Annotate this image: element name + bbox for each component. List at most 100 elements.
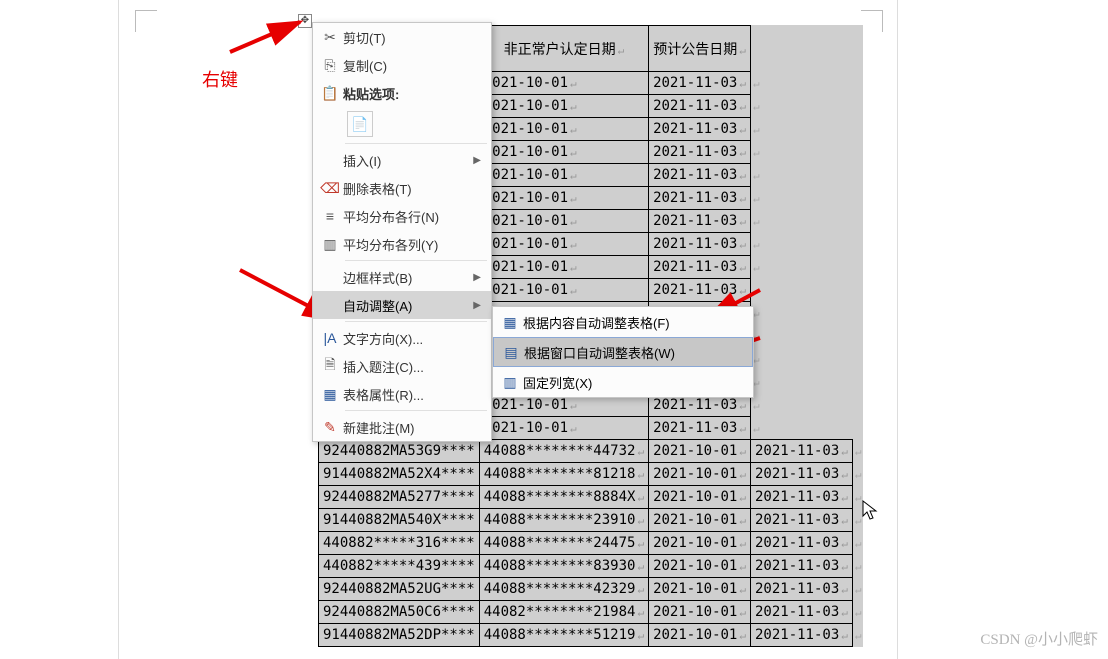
table-cell[interactable]: 2021-10-01↵ xyxy=(479,279,648,302)
table-cell[interactable]: 2021-10-01↵ xyxy=(479,72,648,95)
table-cell[interactable]: 2021-10-01↵ xyxy=(649,555,751,578)
table-row[interactable]: 91440882MA52DP****44088********51219↵202… xyxy=(319,624,863,647)
table-cell[interactable]: 44088********51219↵ xyxy=(479,624,648,647)
ctx-border-style[interactable]: 边框样式(B) ▶ xyxy=(313,263,491,291)
table-row[interactable]: 92440882MA53G9****44088********44732↵202… xyxy=(319,440,863,463)
table-cell[interactable]: 2021-11-03↵ xyxy=(750,555,852,578)
table-row[interactable]: 92440882MA50C6****44082********21984↵202… xyxy=(319,601,863,624)
ctx-insert[interactable]: 插入(I) ▶ xyxy=(313,146,491,174)
table-cell[interactable]: 2021-11-03↵ xyxy=(649,279,751,302)
table-move-handle[interactable]: ✥ xyxy=(298,14,312,28)
table-cell[interactable]: 2021-11-03↵ xyxy=(649,72,751,95)
row-end-mark: ↵ xyxy=(852,578,862,601)
table-cell[interactable]: 92440882MA52UG**** xyxy=(319,578,480,601)
table-cell[interactable]: 2021-10-01↵ xyxy=(479,164,648,187)
table-cell[interactable]: 2021-10-01↵ xyxy=(479,118,648,141)
table-row[interactable]: 91440882MA52X4****44088********81218↵202… xyxy=(319,463,863,486)
table-row[interactable]: 91440882MA540X****44088********23910↵202… xyxy=(319,509,863,532)
table-cell[interactable]: 2021-10-01↵ xyxy=(479,256,648,279)
table-cell[interactable]: 2021-11-03↵ xyxy=(750,601,852,624)
table-cell[interactable]: 2021-10-01↵ xyxy=(479,417,648,440)
row-end-mark: ↵ xyxy=(750,95,852,118)
row-end-mark: ↵ xyxy=(852,463,862,486)
table-cell[interactable]: 92440882MA5277**** xyxy=(319,486,480,509)
table-cell[interactable]: 44088********24475↵ xyxy=(479,532,648,555)
table-cell[interactable]: 2021-10-01↵ xyxy=(649,624,751,647)
paste-keep-source-icon[interactable]: 📄 xyxy=(347,111,373,137)
page-corner-tl xyxy=(135,10,157,32)
table-cell[interactable]: 44088********44732↵ xyxy=(479,440,648,463)
sub-fixedwidth-label: 固定列宽(X) xyxy=(523,373,592,392)
table-cell[interactable]: 2021-10-01↵ xyxy=(649,601,751,624)
table-cell[interactable]: 2021-11-03↵ xyxy=(649,141,751,164)
fit-content-icon: ▦ xyxy=(497,314,523,331)
row-end-mark: ↵ xyxy=(852,440,862,463)
ctx-auto-fit[interactable]: 自动调整(A) ▶ xyxy=(313,291,491,319)
text-direction-icon: |A xyxy=(317,330,343,346)
table-cell[interactable]: 2021-10-01↵ xyxy=(479,233,648,256)
table-cell[interactable]: 44088********23910↵ xyxy=(479,509,648,532)
table-cell[interactable]: 440882*****316**** xyxy=(319,532,480,555)
table-cell[interactable]: 91440882MA540X**** xyxy=(319,509,480,532)
table-cell[interactable]: 2021-10-01↵ xyxy=(479,95,648,118)
table-header-cell: 非正常户认定日期↵ xyxy=(479,26,648,72)
sub-fit-content[interactable]: ▦ 根据内容自动调整表格(F) xyxy=(493,307,753,337)
row-end-mark: ↵ xyxy=(852,601,862,624)
table-cell[interactable]: 2021-10-01↵ xyxy=(649,532,751,555)
table-cell[interactable]: 44088********83930↵ xyxy=(479,555,648,578)
sub-fixed-width[interactable]: ▥ 固定列宽(X) xyxy=(493,367,753,397)
sub-fit-window[interactable]: ▤ 根据窗口自动调整表格(W) xyxy=(493,337,753,367)
table-cell[interactable]: 2021-11-03↵ xyxy=(649,187,751,210)
ctx-new-comment[interactable]: ✎ 新建批注(M) xyxy=(313,413,491,441)
ctx-dist-rows[interactable]: ≡ 平均分布各行(N) xyxy=(313,202,491,230)
table-cell[interactable]: 2021-11-03↵ xyxy=(649,210,751,233)
table-cell[interactable]: 2021-11-03↵ xyxy=(649,256,751,279)
table-cell[interactable]: 2021-10-01↵ xyxy=(649,463,751,486)
ctx-copy[interactable]: ⎘ 复制(C) xyxy=(313,51,491,79)
table-cell[interactable]: 2021-11-03↵ xyxy=(750,578,852,601)
table-row[interactable]: 92440882MA5277****44088********8884X↵202… xyxy=(319,486,863,509)
table-cell[interactable]: 44088********8884X↵ xyxy=(479,486,648,509)
table-row[interactable]: 440882*****316****44088********24475↵202… xyxy=(319,532,863,555)
ctx-caption[interactable]: 🗎 插入题注(C)... xyxy=(313,352,491,380)
table-row[interactable]: 92440882MA52UG****44088********42329↵202… xyxy=(319,578,863,601)
table-cell[interactable]: 2021-11-03↵ xyxy=(649,95,751,118)
table-cell[interactable]: 2021-10-01↵ xyxy=(479,141,648,164)
ctx-dist-cols[interactable]: ▥ 平均分布各列(Y) xyxy=(313,230,491,258)
table-cell[interactable]: 2021-10-01↵ xyxy=(649,486,751,509)
table-cell[interactable]: 2021-11-03↵ xyxy=(649,118,751,141)
table-cell[interactable]: 2021-11-03↵ xyxy=(750,440,852,463)
table-cell[interactable]: 91440882MA52X4**** xyxy=(319,463,480,486)
table-cell[interactable]: 2021-10-01↵ xyxy=(479,210,648,233)
table-cell[interactable]: 2021-10-01↵ xyxy=(479,187,648,210)
table-cell[interactable]: 44088********42329↵ xyxy=(479,578,648,601)
table-cell[interactable]: 2021-11-03↵ xyxy=(750,532,852,555)
caption-icon: 🗎 xyxy=(317,354,343,378)
table-cell[interactable]: 2021-11-03↵ xyxy=(649,417,751,440)
ctx-text-dir[interactable]: |A 文字方向(X)... xyxy=(313,324,491,352)
table-cell[interactable]: 2021-11-03↵ xyxy=(750,463,852,486)
table-cell[interactable]: 2021-10-01↵ xyxy=(649,509,751,532)
table-cell[interactable]: 44082********21984↵ xyxy=(479,601,648,624)
dist-rows-icon: ≡ xyxy=(317,208,343,224)
table-cell[interactable]: 91440882MA52DP**** xyxy=(319,624,480,647)
table-cell[interactable]: 2021-11-03↵ xyxy=(649,164,751,187)
table-cell[interactable]: 92440882MA53G9**** xyxy=(319,440,480,463)
table-cell[interactable]: 2021-10-01↵ xyxy=(649,440,751,463)
ctx-cut[interactable]: ✂ 剪切(T) xyxy=(313,23,491,51)
table-cell[interactable]: 2021-11-03↵ xyxy=(750,624,852,647)
row-end-mark: ↵ xyxy=(750,141,852,164)
table-cell[interactable]: 2021-11-03↵ xyxy=(750,509,852,532)
table-cell[interactable]: 440882*****439**** xyxy=(319,555,480,578)
table-cell[interactable]: 2021-11-03↵ xyxy=(750,486,852,509)
ctx-copy-label: 复制(C) xyxy=(343,56,485,75)
table-cell[interactable]: 2021-10-01↵ xyxy=(649,578,751,601)
ctx-delete-table[interactable]: ⌫ 删除表格(T) xyxy=(313,174,491,202)
ctx-insert-label: 插入(I) xyxy=(343,151,473,170)
table-row[interactable]: 440882*****439****44088********83930↵202… xyxy=(319,555,863,578)
table-cell[interactable]: 92440882MA50C6**** xyxy=(319,601,480,624)
table-cell[interactable]: 2021-11-03↵ xyxy=(649,233,751,256)
table-cell[interactable]: 44088********81218↵ xyxy=(479,463,648,486)
table-props-icon: ▦ xyxy=(317,386,343,403)
ctx-table-props[interactable]: ▦ 表格属性(R)... xyxy=(313,380,491,408)
